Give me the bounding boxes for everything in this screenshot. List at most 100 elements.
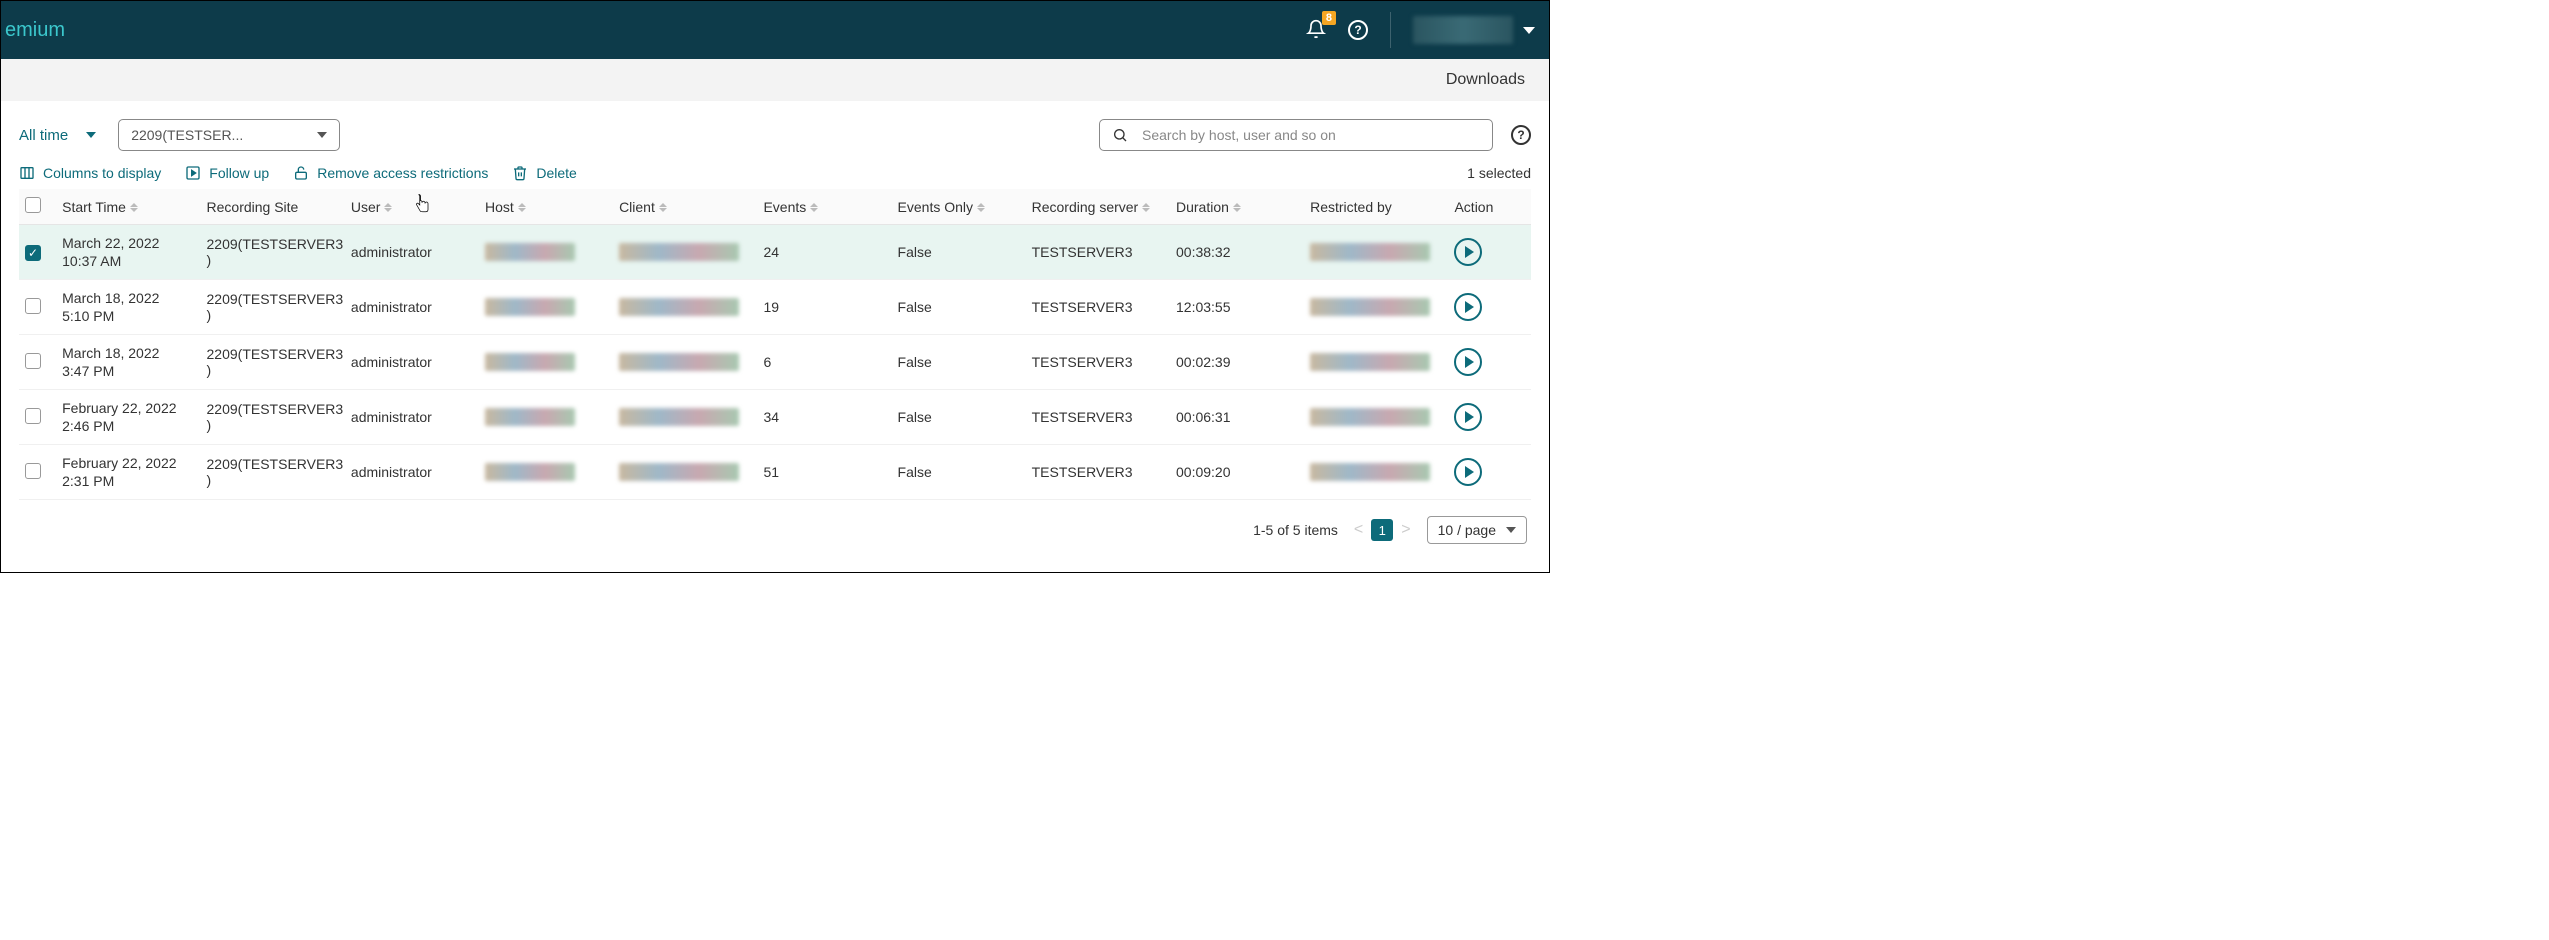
col-recording-server[interactable]: Recording server bbox=[1026, 189, 1170, 225]
columns-icon bbox=[19, 165, 35, 181]
col-events-only[interactable]: Events Only bbox=[892, 189, 1026, 225]
table-row[interactable]: March 18, 20223:47 PM2209(TESTSERVER3)ad… bbox=[19, 335, 1531, 390]
cell-host bbox=[479, 335, 613, 390]
cell-events: 19 bbox=[757, 280, 891, 335]
site-select[interactable]: 2209(TESTSER... bbox=[118, 119, 340, 151]
search-input[interactable] bbox=[1142, 127, 1480, 143]
cell-user: administrator bbox=[345, 390, 479, 445]
col-recording-site[interactable]: Recording Site bbox=[201, 189, 345, 225]
cell-events-only: False bbox=[892, 390, 1026, 445]
cell-client bbox=[613, 225, 757, 280]
play-button[interactable] bbox=[1454, 458, 1482, 486]
col-host[interactable]: Host bbox=[479, 189, 613, 225]
cell-start-time: March 18, 20225:10 PM bbox=[56, 280, 200, 335]
per-page-value: 10 / page bbox=[1438, 522, 1496, 538]
cell-host bbox=[479, 225, 613, 280]
row-checkbox[interactable] bbox=[25, 463, 41, 479]
page-number-current[interactable]: 1 bbox=[1371, 519, 1393, 541]
row-checkbox[interactable] bbox=[25, 408, 41, 424]
context-help-button[interactable]: ? bbox=[1511, 125, 1531, 145]
user-menu[interactable] bbox=[1413, 16, 1535, 44]
cell-recording-server: TESTSERVER3 bbox=[1026, 390, 1170, 445]
cell-user: administrator bbox=[345, 335, 479, 390]
play-button[interactable] bbox=[1454, 293, 1482, 321]
downloads-link[interactable]: Downloads bbox=[1446, 71, 1525, 89]
remove-access-restrictions-button[interactable]: Remove access restrictions bbox=[293, 165, 488, 181]
play-square-icon bbox=[185, 165, 201, 181]
unlock-icon bbox=[293, 165, 309, 181]
cell-client bbox=[613, 390, 757, 445]
filter-row: All time 2209(TESTSER... ? bbox=[19, 119, 1531, 151]
col-client[interactable]: Client bbox=[613, 189, 757, 225]
row-checkbox[interactable] bbox=[25, 245, 41, 261]
cell-recording-site: 2209(TESTSERVER3) bbox=[201, 225, 345, 280]
cell-recording-site: 2209(TESTSERVER3) bbox=[201, 335, 345, 390]
notification-badge: 8 bbox=[1322, 11, 1336, 25]
play-button[interactable] bbox=[1454, 403, 1482, 431]
cell-restricted-by bbox=[1304, 335, 1448, 390]
chevron-down-icon bbox=[1506, 527, 1516, 533]
cell-recording-site: 2209(TESTSERVER3) bbox=[201, 390, 345, 445]
cell-duration: 00:02:39 bbox=[1170, 335, 1304, 390]
time-range-dropdown[interactable]: All time bbox=[19, 127, 96, 144]
table-header-row: Start Time Recording Site User Host Clie… bbox=[19, 189, 1531, 225]
cell-start-time: February 22, 20222:31 PM bbox=[56, 445, 200, 500]
cell-host bbox=[479, 390, 613, 445]
table-row[interactable]: March 22, 202210:37 AM2209(TESTSERVER3)a… bbox=[19, 225, 1531, 280]
cell-restricted-by bbox=[1304, 390, 1448, 445]
search-box[interactable] bbox=[1099, 119, 1493, 151]
notifications-button[interactable]: 8 bbox=[1306, 19, 1326, 42]
select-all-checkbox[interactable] bbox=[25, 197, 41, 213]
toolbar: Columns to display Follow up Remove acce… bbox=[19, 165, 1531, 181]
next-page-button[interactable]: > bbox=[1401, 521, 1410, 539]
user-name-redacted bbox=[1413, 16, 1513, 44]
cell-action bbox=[1448, 390, 1531, 445]
columns-to-display-button[interactable]: Columns to display bbox=[19, 165, 161, 181]
prev-page-button[interactable]: < bbox=[1354, 521, 1363, 539]
col-action: Action bbox=[1448, 189, 1531, 225]
search-icon bbox=[1112, 127, 1128, 143]
app-title: emium bbox=[1, 19, 65, 42]
col-start-time[interactable]: Start Time bbox=[56, 189, 200, 225]
cell-restricted-by bbox=[1304, 445, 1448, 500]
follow-up-button[interactable]: Follow up bbox=[185, 165, 269, 181]
play-button[interactable] bbox=[1454, 238, 1482, 266]
chevron-down-icon bbox=[86, 132, 96, 138]
trash-icon bbox=[512, 165, 528, 181]
help-button[interactable]: ? bbox=[1348, 20, 1368, 40]
cell-start-time: March 18, 20223:47 PM bbox=[56, 335, 200, 390]
cell-duration: 12:03:55 bbox=[1170, 280, 1304, 335]
remove-label: Remove access restrictions bbox=[317, 165, 488, 181]
cell-host bbox=[479, 280, 613, 335]
delete-label: Delete bbox=[536, 165, 576, 181]
row-checkbox[interactable] bbox=[25, 298, 41, 314]
cell-action bbox=[1448, 225, 1531, 280]
cell-action bbox=[1448, 445, 1531, 500]
table-row[interactable]: February 22, 20222:46 PM2209(TESTSERVER3… bbox=[19, 390, 1531, 445]
time-range-label: All time bbox=[19, 127, 68, 144]
cell-events: 51 bbox=[757, 445, 891, 500]
cell-restricted-by bbox=[1304, 225, 1448, 280]
cell-user: administrator bbox=[345, 445, 479, 500]
columns-label: Columns to display bbox=[43, 165, 161, 181]
cell-restricted-by bbox=[1304, 280, 1448, 335]
col-user[interactable]: User bbox=[345, 189, 479, 225]
table-row[interactable]: February 22, 20222:31 PM2209(TESTSERVER3… bbox=[19, 445, 1531, 500]
follow-up-label: Follow up bbox=[209, 165, 269, 181]
per-page-select[interactable]: 10 / page bbox=[1427, 516, 1527, 544]
site-select-value: 2209(TESTSER... bbox=[131, 127, 243, 143]
cell-events-only: False bbox=[892, 225, 1026, 280]
row-checkbox[interactable] bbox=[25, 353, 41, 369]
table-row[interactable]: March 18, 20225:10 PM2209(TESTSERVER3)ad… bbox=[19, 280, 1531, 335]
cell-client bbox=[613, 445, 757, 500]
cell-recording-site: 2209(TESTSERVER3) bbox=[201, 445, 345, 500]
col-events[interactable]: Events bbox=[757, 189, 891, 225]
play-button[interactable] bbox=[1454, 348, 1482, 376]
col-duration[interactable]: Duration bbox=[1170, 189, 1304, 225]
pagination: 1-5 of 5 items < 1 > 10 / page bbox=[19, 500, 1531, 560]
col-restricted-by[interactable]: Restricted by bbox=[1304, 189, 1448, 225]
selected-count: 1 selected bbox=[1467, 165, 1531, 181]
delete-button[interactable]: Delete bbox=[512, 165, 576, 181]
sub-header: Downloads bbox=[1, 59, 1549, 101]
cell-start-time: February 22, 20222:46 PM bbox=[56, 390, 200, 445]
